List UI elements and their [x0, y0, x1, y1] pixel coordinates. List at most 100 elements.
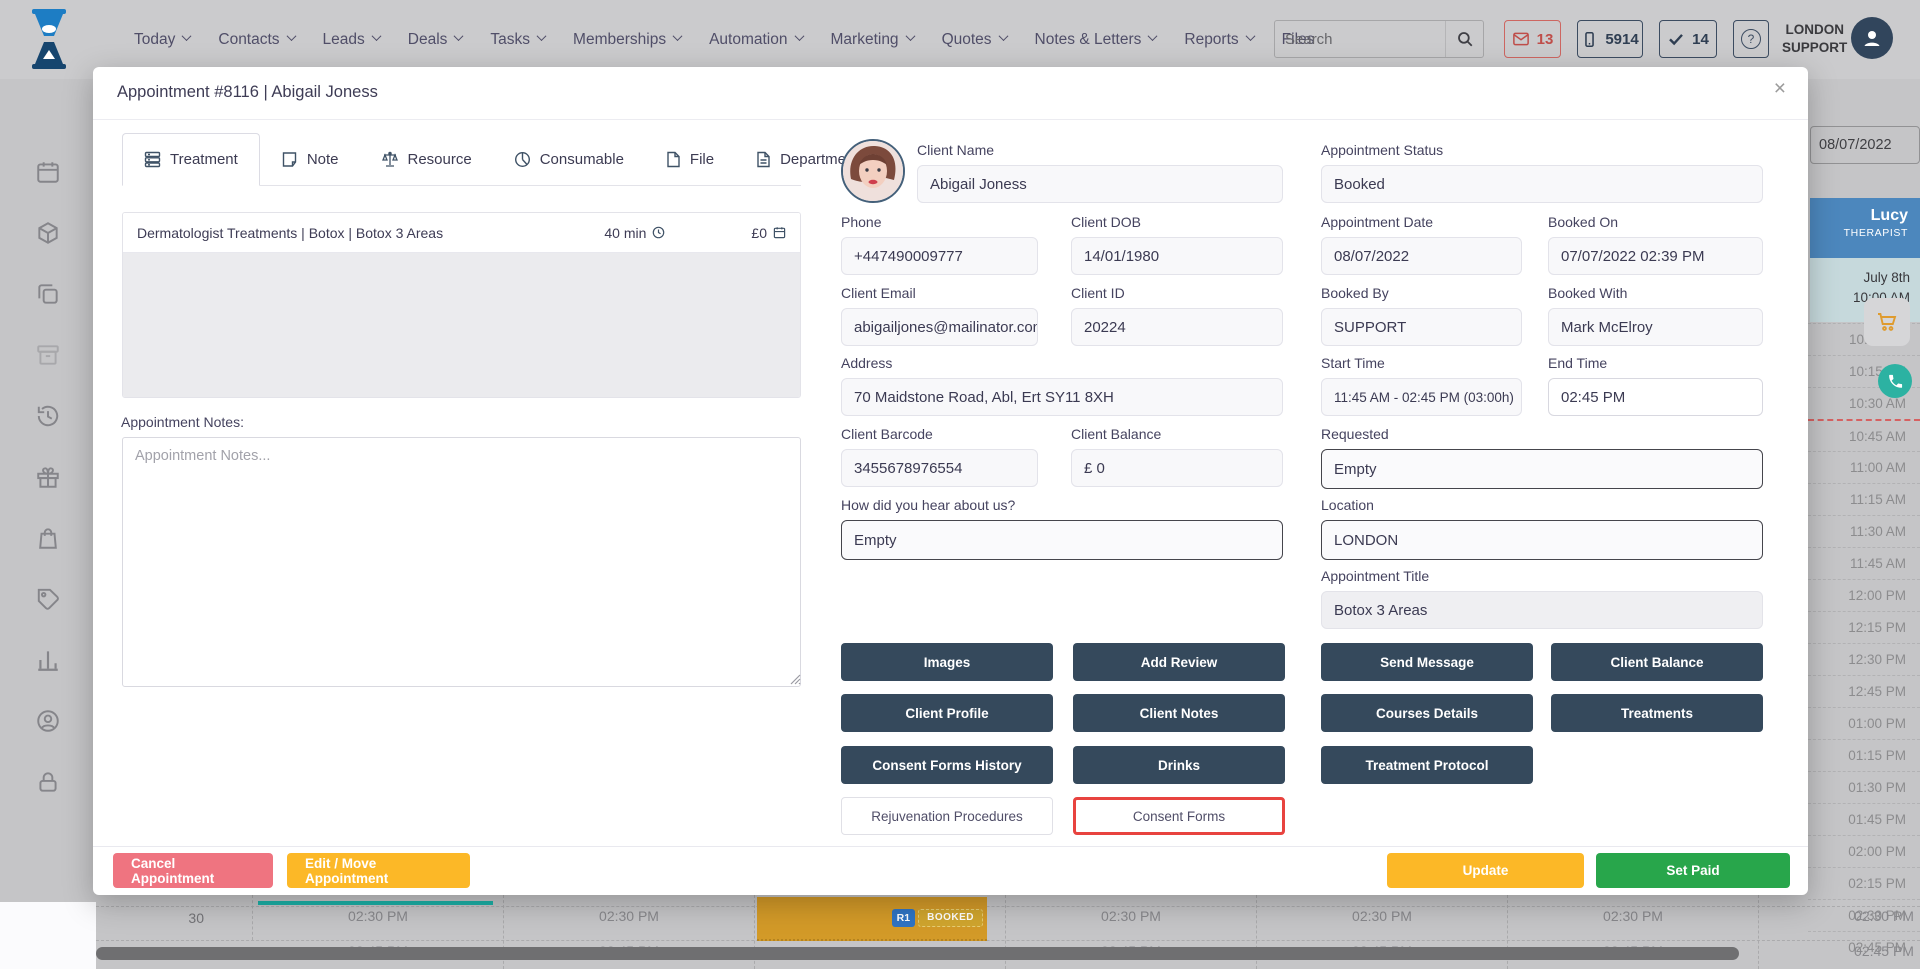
calendar-icon[interactable]: [35, 159, 61, 185]
client-email-input[interactable]: abigailjones@mailinator.com: [841, 308, 1038, 346]
end-time-input[interactable]: 02:45 PM: [1548, 378, 1763, 416]
client-notes-button[interactable]: Client Notes: [1073, 694, 1285, 732]
nav-item-label: Memberships: [573, 31, 666, 49]
bar-chart-icon[interactable]: [35, 647, 61, 673]
images-button[interactable]: Images: [841, 643, 1053, 681]
address-input[interactable]: 70 Maidstone Road, Abl, Ert SY11 8XH: [841, 378, 1283, 416]
tab-file[interactable]: File: [645, 133, 735, 185]
treatment-protocol-button[interactable]: Treatment Protocol: [1321, 746, 1533, 784]
user-avatar[interactable]: [1851, 17, 1893, 59]
edit-move-appointment-button[interactable]: Edit / Move Appointment: [287, 853, 470, 888]
time-slot[interactable]: 01:30 PM: [1808, 771, 1920, 803]
nav-item-contacts[interactable]: Contacts: [218, 31, 294, 49]
tab-consumable[interactable]: Consumable: [493, 133, 645, 185]
time-slot[interactable]: 02:00 PM: [1808, 835, 1920, 867]
nav-item-marketing[interactable]: Marketing: [831, 31, 914, 49]
help-badge[interactable]: ?: [1733, 20, 1769, 58]
tab-resource[interactable]: Resource: [360, 133, 493, 185]
start-time-input[interactable]: 11:45 AM - 02:45 PM (03:00h): [1321, 378, 1522, 416]
nav-item-quotes[interactable]: Quotes: [942, 31, 1007, 49]
time-slot[interactable]: 11:15 AM: [1808, 483, 1920, 515]
time-slot[interactable]: 12:00 PM: [1808, 579, 1920, 611]
copy-icon[interactable]: [35, 281, 61, 307]
nav-item-tasks[interactable]: Tasks: [490, 31, 545, 49]
time-slot[interactable]: 01:15 PM: [1808, 739, 1920, 771]
booked-on-input[interactable]: 07/07/2022 02:39 PM: [1548, 237, 1763, 275]
hear-about-select[interactable]: Empty: [841, 520, 1283, 560]
package-icon[interactable]: [35, 220, 61, 246]
courses-details-button[interactable]: Courses Details: [1321, 694, 1533, 732]
calendar-date-input[interactable]: 08/07/2022: [1810, 126, 1920, 164]
staff-column-header[interactable]: Lucy THERAPIST: [1810, 198, 1920, 258]
lock-icon[interactable]: [35, 769, 61, 795]
client-barcode-input[interactable]: 3455678976554: [841, 449, 1038, 487]
time-slot[interactable]: 01:45 PM: [1808, 803, 1920, 835]
add-review-button[interactable]: Add Review: [1073, 643, 1285, 681]
client-balance-button[interactable]: Client Balance: [1551, 643, 1763, 681]
rejuvenation-procedures-button[interactable]: Rejuvenation Procedures: [841, 797, 1053, 835]
booked-with-input[interactable]: Mark McElroy: [1548, 308, 1763, 346]
tab-file-label: File: [690, 151, 714, 168]
shopping-bag-icon[interactable]: [35, 525, 61, 551]
nav-item-automation[interactable]: Automation: [709, 31, 802, 49]
nav-item-deals[interactable]: Deals: [408, 31, 463, 49]
time-slot[interactable]: 10:45 AM: [1808, 419, 1920, 451]
nav-item-notes-letters[interactable]: Notes & Letters: [1035, 31, 1157, 49]
tab-treatment[interactable]: Treatment: [122, 133, 260, 186]
send-message-button[interactable]: Send Message: [1321, 643, 1533, 681]
cart-button[interactable]: [1864, 298, 1910, 346]
client-balance-input[interactable]: £ 0: [1071, 449, 1283, 487]
nav-item-reports[interactable]: Reports: [1184, 31, 1253, 49]
tag-icon[interactable]: [35, 586, 61, 612]
horizontal-scrollbar[interactable]: [96, 947, 1739, 960]
nav-item-today[interactable]: Today: [134, 31, 190, 49]
time-slot[interactable]: 12:30 PM: [1808, 643, 1920, 675]
appointment-title-input[interactable]: Botox 3 Areas: [1321, 591, 1763, 629]
archive-icon[interactable]: [35, 342, 61, 368]
time-slot[interactable]: 12:15 PM: [1808, 611, 1920, 643]
appointment-date-input[interactable]: 08/07/2022: [1321, 237, 1522, 275]
consent-forms-button[interactable]: Consent Forms: [1073, 797, 1285, 835]
cancel-appointment-button[interactable]: Cancel Appointment: [113, 853, 273, 888]
client-profile-button[interactable]: Client Profile: [841, 694, 1053, 732]
client-photo[interactable]: [841, 139, 905, 203]
client-dob-input[interactable]: 14/01/1980: [1071, 237, 1283, 275]
booked-by-input[interactable]: SUPPORT: [1321, 308, 1522, 346]
nav-item-leads[interactable]: Leads: [323, 31, 380, 49]
tasks-badge[interactable]: 14: [1659, 20, 1717, 58]
client-id-input[interactable]: 20224: [1071, 308, 1283, 346]
search-input[interactable]: [1275, 21, 1447, 57]
messages-badge[interactable]: 13: [1504, 20, 1561, 58]
location-select[interactable]: LONDON: [1321, 520, 1763, 560]
nav-item-memberships[interactable]: Memberships: [573, 31, 681, 49]
chevron-down-icon: [537, 31, 547, 41]
app-logo-hourglass-icon[interactable]: [30, 9, 68, 69]
time-slot[interactable]: 12:45 PM: [1808, 675, 1920, 707]
history-icon[interactable]: [35, 403, 61, 429]
requested-select[interactable]: Empty: [1321, 449, 1763, 489]
calendar-column[interactable]: 02:30 PM02:45 PM: [1759, 895, 1920, 969]
tab-note[interactable]: Note: [260, 133, 360, 185]
appointment-notes-input[interactable]: [122, 437, 801, 687]
close-icon[interactable]: ×: [1774, 77, 1786, 101]
time-slot[interactable]: 01:00 PM: [1808, 707, 1920, 739]
support-icon[interactable]: [35, 708, 61, 734]
search-button[interactable]: [1445, 21, 1483, 57]
booked-on-value: 07/07/2022 02:39 PM: [1561, 248, 1704, 265]
phone-input[interactable]: +447490009777: [841, 237, 1038, 275]
gift-icon[interactable]: [35, 464, 61, 490]
drinks-button[interactable]: Drinks: [1073, 746, 1285, 784]
call-button[interactable]: [1878, 364, 1912, 398]
appointment-status-input[interactable]: Booked: [1321, 165, 1763, 203]
set-paid-button[interactable]: Set Paid: [1596, 853, 1790, 888]
calls-badge[interactable]: 5914: [1577, 20, 1643, 58]
time-slot[interactable]: 11:00 AM: [1808, 451, 1920, 483]
treatment-row[interactable]: Dermatologist Treatments | Botox | Botox…: [123, 213, 800, 253]
time-slot[interactable]: 11:45 AM: [1808, 547, 1920, 579]
time-slot[interactable]: 11:30 AM: [1808, 515, 1920, 547]
update-button[interactable]: Update: [1387, 853, 1584, 888]
treatments-button[interactable]: Treatments: [1551, 694, 1763, 732]
booked-event-block[interactable]: R1 BOOKED: [757, 897, 987, 941]
client-name-input[interactable]: Abigail Joness: [917, 165, 1283, 203]
consent-forms-history-button[interactable]: Consent Forms History: [841, 746, 1053, 784]
